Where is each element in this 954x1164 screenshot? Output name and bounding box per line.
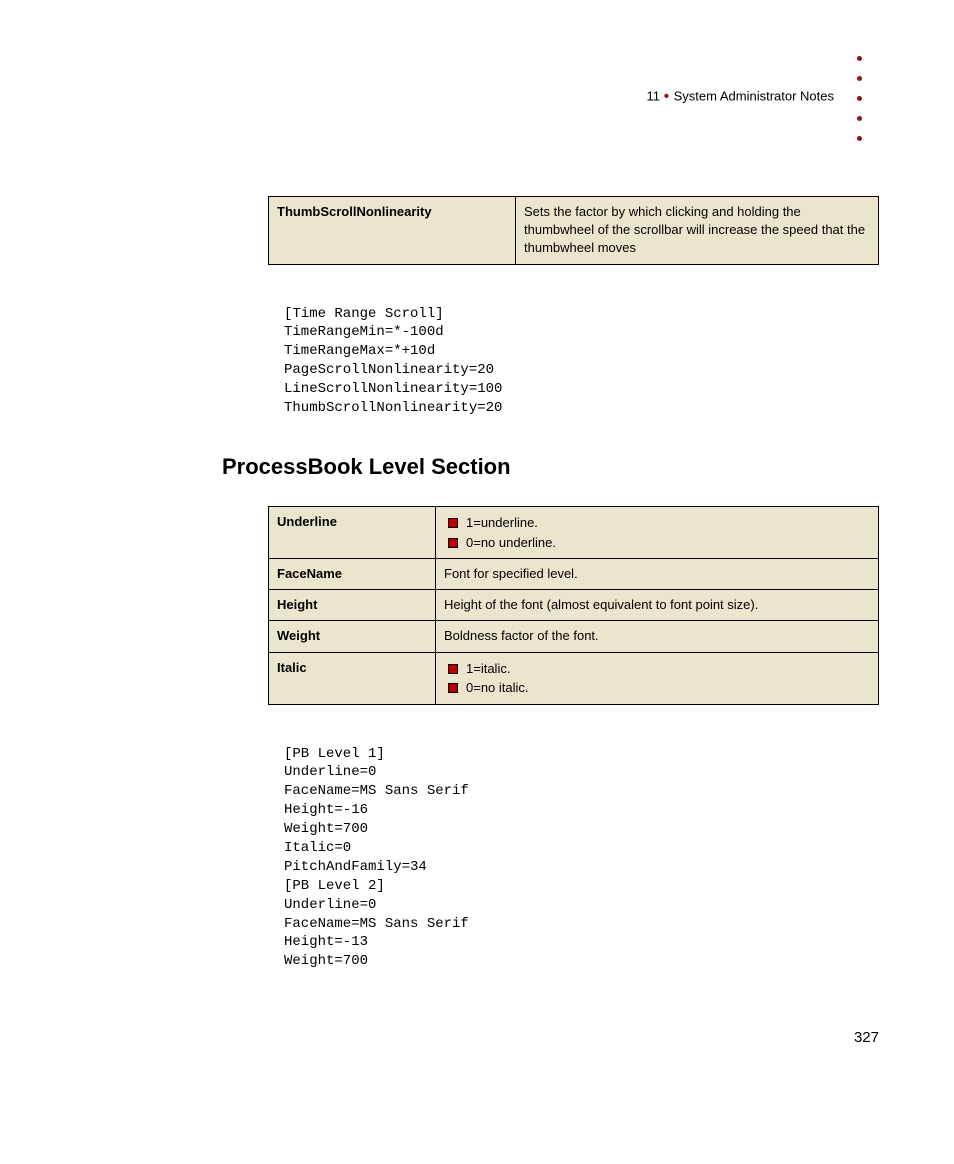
page-number: 327 <box>854 1029 879 1046</box>
bullet-item: 1=underline. <box>444 513 870 533</box>
cell-desc: Sets the factor by which clicking and ho… <box>516 197 879 265</box>
chapter-title: System Administrator Notes <box>674 88 834 103</box>
table-pblevel: Underline1=underline.0=no underline.Face… <box>268 506 879 705</box>
table-thumbscroll: ThumbScrollNonlinearity Sets the factor … <box>268 196 879 265</box>
bullet-item: 1=italic. <box>444 659 870 679</box>
table-row: WeightBoldness factor of the font. <box>269 621 879 652</box>
code-block-pblevel: [PB Level 1] Underline=0 FaceName=MS San… <box>284 745 879 972</box>
table-row: Underline1=underline.0=no underline. <box>269 507 879 559</box>
table-row: Italic1=italic.0=no italic. <box>269 652 879 704</box>
section-block: ProcessBook Level Section Underline1=und… <box>222 454 879 971</box>
table-row: HeightHeight of the font (almost equival… <box>269 590 879 621</box>
bullet-item: 0=no underline. <box>444 533 870 553</box>
table-row: FaceNameFont for specified level. <box>269 559 879 590</box>
cell-key: Height <box>269 590 436 621</box>
section-heading: ProcessBook Level Section <box>222 454 879 480</box>
cell-desc: 1=italic.0=no italic. <box>436 652 879 704</box>
cell-key: Underline <box>269 507 436 559</box>
table-row: ThumbScrollNonlinearity Sets the factor … <box>269 197 879 265</box>
cell-key: Weight <box>269 621 436 652</box>
cell-key: ThumbScrollNonlinearity <box>269 197 516 265</box>
page-header: 11 • System Administrator Notes <box>646 88 834 106</box>
top-table-block: ThumbScrollNonlinearity Sets the factor … <box>268 196 879 418</box>
bullet-list: 1=underline.0=no underline. <box>444 513 870 552</box>
bullet-list: 1=italic.0=no italic. <box>444 659 870 698</box>
cell-desc: Boldness factor of the font. <box>436 621 879 652</box>
cell-desc: Height of the font (almost equivalent to… <box>436 590 879 621</box>
cell-desc: Font for specified level. <box>436 559 879 590</box>
cell-desc: 1=underline.0=no underline. <box>436 507 879 559</box>
bullet-item: 0=no italic. <box>444 678 870 698</box>
chapter-number: 11 <box>646 88 660 103</box>
cell-key: FaceName <box>269 559 436 590</box>
decorative-dots-column <box>857 56 862 141</box>
bullet-separator-icon: • <box>664 88 674 105</box>
cell-key: Italic <box>269 652 436 704</box>
code-block-time-range: [Time Range Scroll] TimeRangeMin=*-100d … <box>284 305 879 418</box>
